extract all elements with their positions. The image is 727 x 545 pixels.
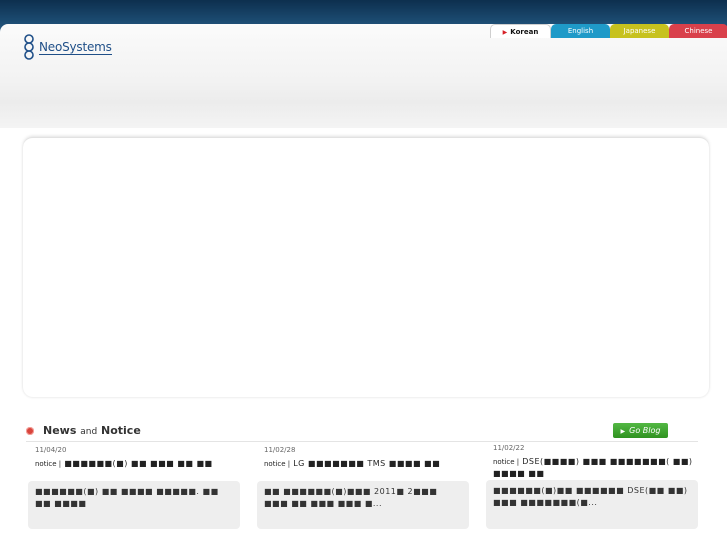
tab-english-label: English [567, 27, 594, 35]
news-title-news: News [43, 424, 77, 437]
news-headline[interactable]: notice | LG ■■■■■■■ TMS ■■■■ ■■ [264, 458, 477, 470]
news-section-heading: News and Notice [26, 424, 141, 437]
tab-korean[interactable]: ▶ Korean [490, 24, 551, 38]
news-summary[interactable]: ■■■■■■(■)■■ ■■■■■■ DSE(■■ ■■) ■■■ ■■■■■■… [486, 480, 698, 529]
news-headline[interactable]: notice | DSE(■■■■) ■■■ ■■■■■■■( ■■) ■■■■… [493, 456, 693, 479]
news-item[interactable]: 11/04/20 notice | ■■■■■■(■) ■■ ■■■ ■■ ■■ [35, 446, 248, 470]
news-title-and: and [80, 427, 98, 437]
play-arrow-icon: ▶ [620, 428, 626, 435]
news-date: 11/04/20 [35, 446, 67, 454]
news-item[interactable]: 11/02/28 notice | LG ■■■■■■■ TMS ■■■■ ■■ [264, 446, 477, 470]
tab-japanese-label: Japanese [623, 27, 656, 35]
language-tabs: ▶ Korean English Japanese Chinese [490, 24, 727, 38]
tab-chinese[interactable]: Chinese [669, 24, 727, 38]
news-summary[interactable]: ■■■■■■(■) ■■ ■■■■ ■■■■■. ■■ ■■ ■■■■ [28, 481, 240, 529]
news-tag: notice | [493, 458, 520, 466]
news-date: 11/02/28 [264, 446, 296, 454]
news-headline-text: ■■■■■■(■) ■■ ■■■ ■■ ■■ [64, 459, 213, 468]
neosystems-logo-icon [24, 34, 34, 60]
news-item[interactable]: 11/02/22 notice | DSE(■■■■) ■■■ ■■■■■■■(… [493, 444, 693, 479]
news-summary[interactable]: ■■ ■■■■■■(■)■■■ 2011■ 2■■■ ■■■ ■■ ■■■ ■■… [257, 481, 469, 529]
news-date: 11/02/22 [493, 444, 525, 452]
hero-panel [23, 137, 709, 397]
news-tag: notice | [35, 460, 62, 468]
logo[interactable]: NeoSystems [22, 33, 112, 61]
news-title: News and Notice [43, 424, 141, 437]
news-headline[interactable]: notice | ■■■■■■(■) ■■ ■■■ ■■ ■■ [35, 458, 248, 470]
news-tag: notice | [264, 460, 291, 468]
bullet-icon [26, 426, 34, 435]
tab-chinese-label: Chinese [684, 27, 713, 35]
brand-name: NeoSystems [39, 39, 112, 55]
go-blog-label: Go Blog [629, 426, 661, 435]
news-headline-text: DSE(■■■■) ■■■ ■■■■■■■( ■■) ■■■■ ■■ [493, 457, 693, 478]
play-arrow-icon: ▶ [502, 29, 508, 36]
news-title-notice: Notice [101, 424, 141, 437]
tab-english[interactable]: English [551, 24, 610, 38]
news-headline-text: LG ■■■■■■■ TMS ■■■■ ■■ [293, 459, 441, 468]
tab-japanese[interactable]: Japanese [610, 24, 669, 38]
go-blog-button[interactable]: ▶ Go Blog [613, 423, 668, 438]
tab-korean-label: Korean [510, 28, 539, 36]
divider [26, 441, 698, 442]
